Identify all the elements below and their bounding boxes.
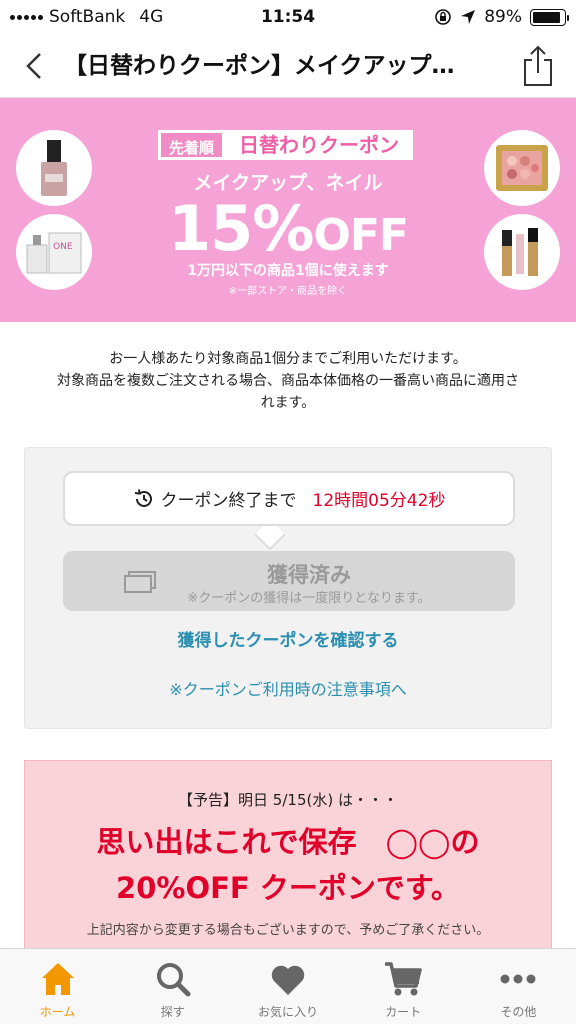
search-icon bbox=[153, 959, 193, 999]
location-icon bbox=[461, 10, 476, 24]
usage-description: お一人様あたり対象商品1個分までご利用いただけます。 対象商品を複数ご注文される… bbox=[30, 348, 546, 414]
tab-label: ホーム bbox=[39, 1005, 76, 1019]
battery-icon bbox=[530, 8, 569, 26]
tab-label: お気に入り bbox=[258, 1005, 319, 1019]
confirm-coupon-link[interactable]: 獲得したクーポンを確認する bbox=[25, 626, 551, 651]
acquired-button[interactable]: 獲得済み ※クーポンの獲得は一度限りとなります。 bbox=[63, 551, 515, 611]
status-right: 89% bbox=[434, 7, 569, 27]
tab-favorites[interactable]: お気に入り bbox=[230, 949, 345, 1024]
page-title: 【日替わりクーポン】メイクアップ… bbox=[64, 53, 455, 79]
announcement-card: 【予告】明日 5/15(水) は・・・ 思い出はこれで保存 ◯◯の 20%OFF… bbox=[24, 760, 552, 960]
tab-search[interactable]: 探す bbox=[115, 949, 230, 1024]
tab-cart[interactable]: カート bbox=[346, 949, 461, 1024]
chevron-left-icon bbox=[26, 53, 41, 79]
coupon-notes-link[interactable]: ※クーポンご利用時の注意事項へ bbox=[25, 676, 551, 700]
more-icon bbox=[498, 959, 538, 999]
cart-icon bbox=[383, 959, 423, 999]
orientation-lock-icon bbox=[435, 9, 452, 25]
banner-note: ※一部ストア・商品を除く bbox=[228, 286, 348, 297]
announcement-date: 【予告】明日 5/15(水) は・・・ bbox=[178, 791, 398, 809]
tab-more[interactable]: その他 bbox=[461, 949, 576, 1024]
tab-bar: ホーム 探す お気に入り カート その他 bbox=[0, 948, 576, 1024]
tab-label: その他 bbox=[500, 1005, 537, 1019]
announcement-note: 上記内容から変更する場合もございますので、予めご了承ください。 bbox=[86, 923, 490, 938]
clock-history-icon bbox=[134, 488, 152, 507]
navigation-bar: 【日替わりクーポン】メイクアップ… bbox=[0, 34, 576, 98]
coupon-badge: 先着順 日替わりクーポン bbox=[158, 130, 414, 160]
description-line: れます。 bbox=[260, 395, 316, 411]
discount-off: OFF bbox=[313, 210, 409, 261]
timer-label: クーポン終了まで bbox=[160, 491, 297, 511]
discount-percent: 15% bbox=[168, 192, 314, 265]
coupon-banner[interactable]: ONE 先着順 日替わりクーポン メイクアップ、ネイル 15%OFF 1万円以下… bbox=[0, 98, 576, 322]
coupon-timer: クーポン終了まで 12時間05分42秒 bbox=[63, 471, 515, 526]
back-button[interactable] bbox=[16, 46, 52, 86]
tab-home[interactable]: ホーム bbox=[0, 949, 115, 1024]
tab-label: 探す bbox=[160, 1005, 185, 1019]
battery-percent: 89% bbox=[484, 7, 522, 27]
status-bar: SoftBank 4G 11:54 89% bbox=[0, 0, 576, 34]
share-button[interactable] bbox=[518, 42, 558, 90]
banner-discount: 15%OFF bbox=[0, 192, 576, 265]
tab-label: カート bbox=[385, 1005, 422, 1019]
heart-icon bbox=[268, 959, 308, 999]
daily-coupon-badge: 日替わりクーポン bbox=[225, 130, 414, 160]
banner-condition: 1万円以下の商品1個に使えます bbox=[187, 263, 389, 279]
first-come-badge: 先着順 bbox=[158, 130, 226, 160]
banner-category: メイクアップ、ネイル bbox=[193, 172, 383, 194]
announcement-headline: 思い出はこれで保存 ◯◯の bbox=[96, 825, 480, 859]
acquired-label: 獲得済み bbox=[267, 563, 351, 587]
share-icon bbox=[524, 45, 552, 86]
acquired-note: ※クーポンの獲得は一度限りとなります。 bbox=[187, 591, 431, 606]
timer-value: 12時間05分42秒 bbox=[312, 491, 446, 511]
description-line: お一人様あたり対象商品1個分までご利用いただけます。 bbox=[109, 351, 467, 367]
home-icon bbox=[38, 959, 78, 999]
description-line: 対象商品を複数ご注文される場合、商品本体価格の一番高い商品に適用さ bbox=[57, 373, 519, 389]
announcement-headline: 20%OFF クーポンです。 bbox=[116, 871, 460, 905]
coupon-panel: クーポン終了まで 12時間05分42秒 獲得済み ※クーポンの獲得は一度限りとな… bbox=[24, 447, 552, 729]
